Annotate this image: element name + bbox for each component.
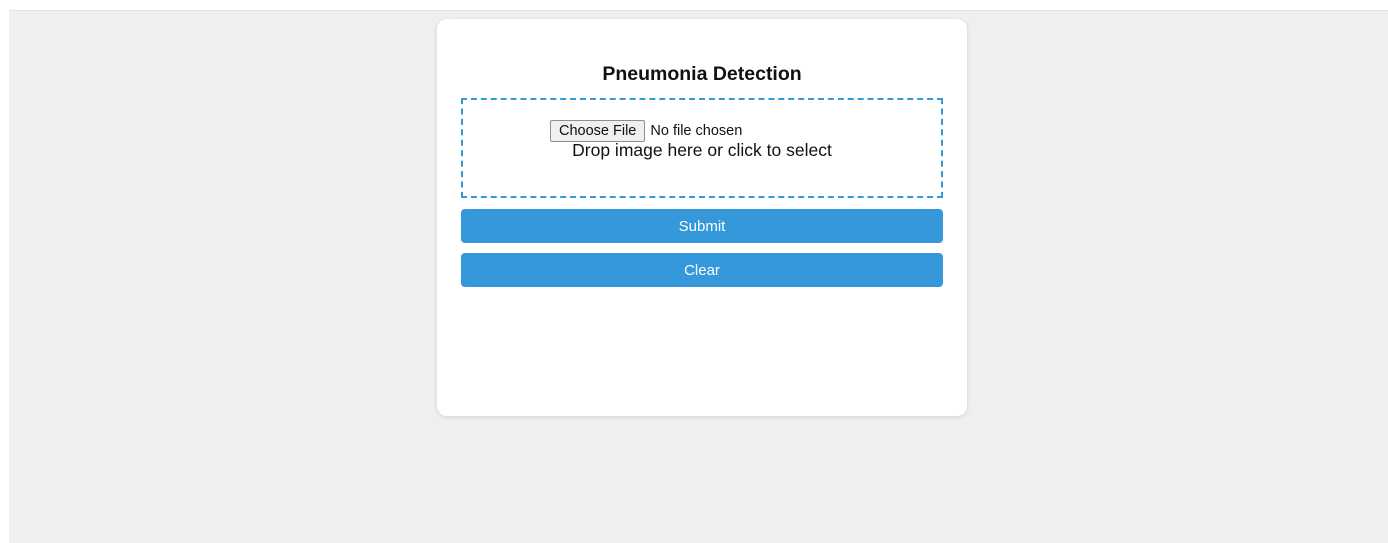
clear-button[interactable]: Clear [461, 253, 943, 287]
drop-zone[interactable]: Choose File No file chosen Drop image he… [461, 98, 943, 198]
choose-file-button[interactable]: Choose File [550, 120, 646, 142]
page-title: Pneumonia Detection [602, 63, 802, 85]
drop-hint-text: Drop image here or click to select [572, 140, 832, 160]
file-status-text: No file chosen [650, 123, 743, 139]
upload-card: Pneumonia Detection Choose File No file … [437, 19, 967, 416]
page-background: Pneumonia Detection Choose File No file … [9, 10, 1388, 543]
submit-button[interactable]: Submit [461, 209, 943, 243]
file-input[interactable]: Choose File No file chosen [550, 120, 742, 142]
